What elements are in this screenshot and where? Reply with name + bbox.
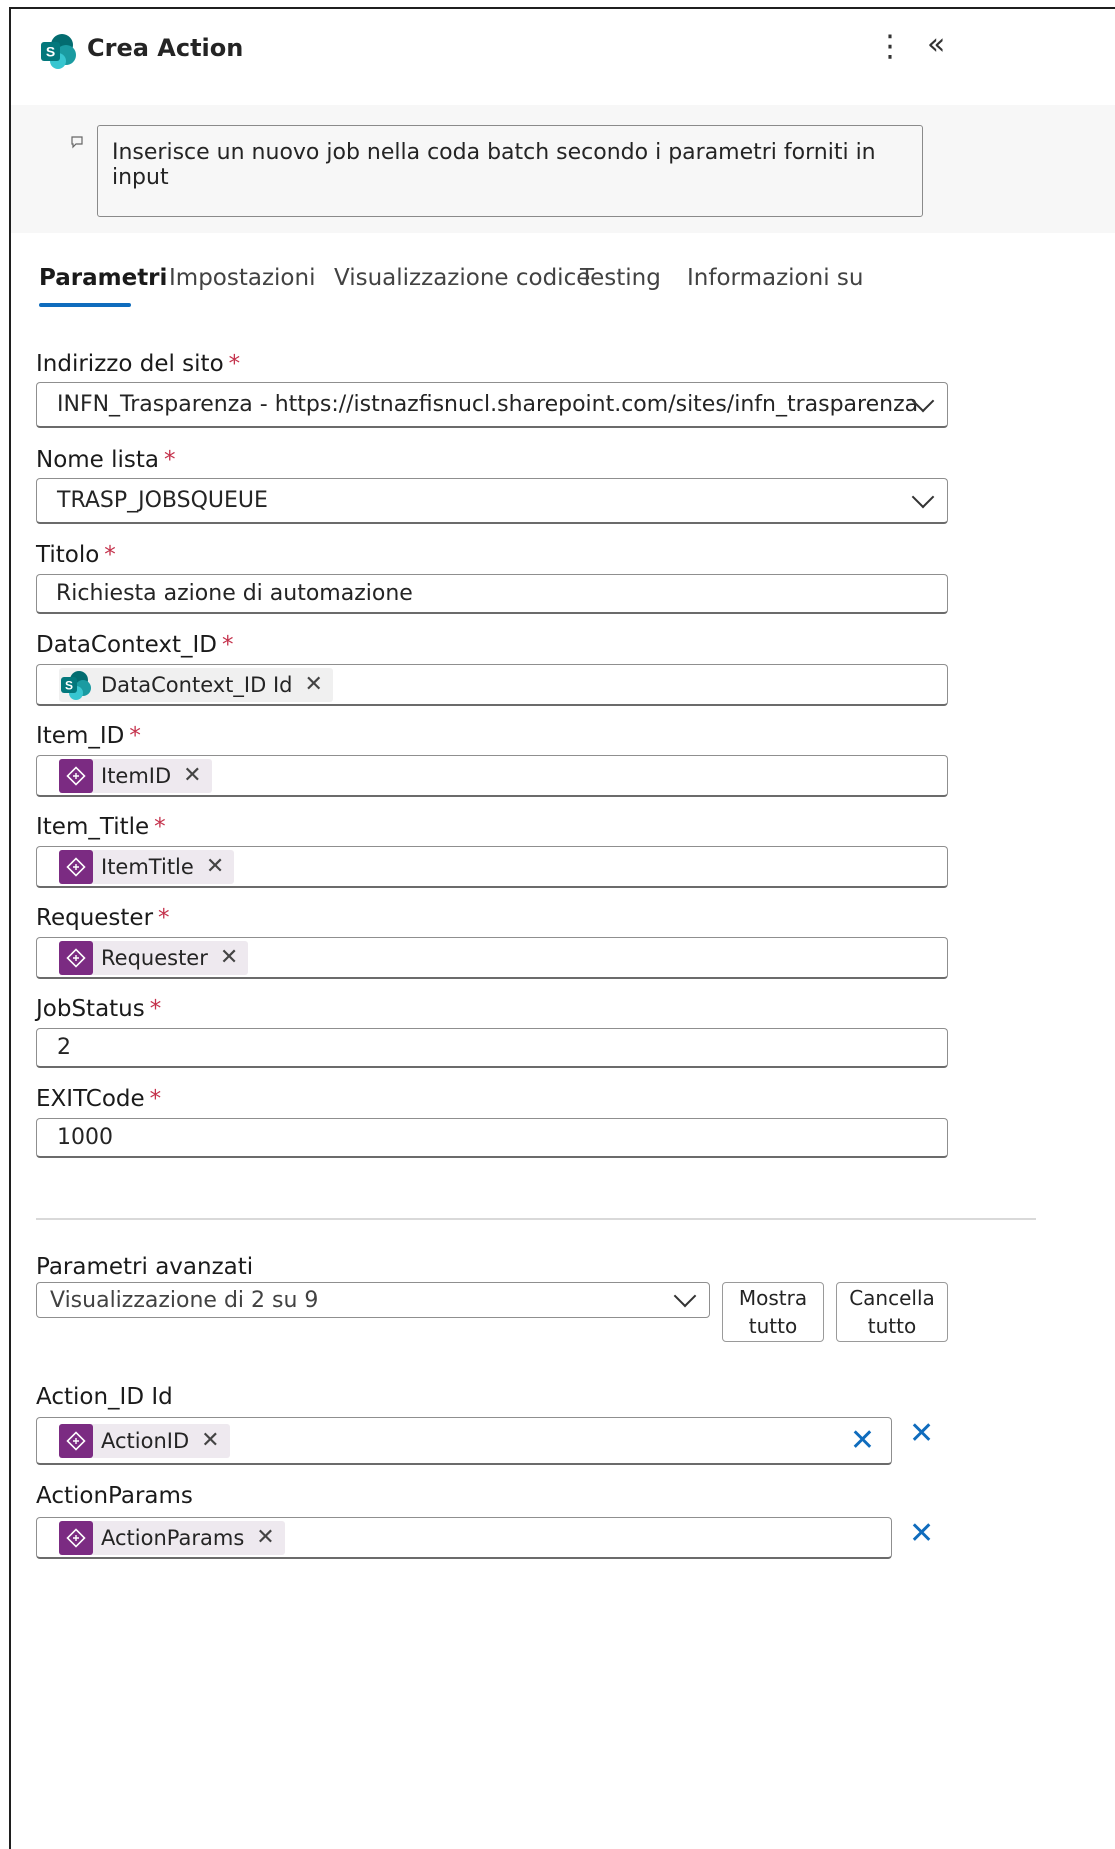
tab-impostazioni[interactable]: Impostazioni	[169, 265, 315, 291]
remove-token-icon[interactable]: ✕	[304, 672, 322, 697]
jobstatus-label: JobStatus *	[36, 996, 162, 1022]
site-address-label: Indirizzo del sito *	[36, 351, 241, 377]
advanced-params-dropdown[interactable]: Visualizzazione di 2 su 9	[36, 1282, 710, 1318]
powerapps-icon	[59, 1423, 93, 1458]
action-id-label: Action_ID Id	[36, 1384, 173, 1410]
titolo-input[interactable]: Richiesta azione di automazione	[36, 574, 948, 614]
datacontext-id-token: S DataContext_ID Id ✕	[59, 667, 333, 702]
remove-token-icon[interactable]: ✕	[256, 1525, 274, 1550]
item-title-input[interactable]: ItemTitle ✕	[36, 846, 948, 888]
powerapps-icon	[59, 758, 93, 793]
exitcode-input[interactable]: 1000	[36, 1118, 948, 1158]
comment-icon	[71, 136, 83, 149]
site-address-value: INFN_Trasparenza - https://istnazfisnucl…	[57, 392, 919, 417]
description-textarea[interactable]: Inserisce un nuovo job nella coda batch …	[97, 125, 923, 217]
clear-value-icon[interactable]: ✕	[850, 1426, 875, 1456]
requester-token: Requester ✕	[59, 940, 249, 975]
jobstatus-value: 2	[57, 1035, 71, 1060]
remove-parameter-icon[interactable]: ✕	[909, 1419, 934, 1449]
remove-parameter-icon[interactable]: ✕	[909, 1519, 934, 1549]
more-vertical-icon[interactable]: ⋮	[875, 29, 905, 64]
action-title: Crea Action	[87, 34, 244, 62]
advanced-params-label: Parametri avanzati	[36, 1254, 254, 1280]
item-id-token-label: ItemID	[101, 763, 172, 788]
sharepoint-icon: S	[61, 670, 91, 700]
list-name-dropdown[interactable]: TRASP_JOBSQUEUE	[36, 478, 948, 524]
item-id-label: Item_ID *	[36, 723, 141, 749]
chevron-down-icon	[911, 485, 935, 508]
powerapps-icon	[59, 940, 93, 975]
exitcode-label: EXITCode *	[36, 1086, 162, 1112]
site-address-dropdown[interactable]: INFN_Trasparenza - https://istnazfisnucl…	[36, 382, 948, 428]
advanced-params-value: Visualizzazione di 2 su 9	[50, 1287, 319, 1313]
exitcode-value: 1000	[57, 1125, 113, 1150]
powerapps-icon	[59, 1520, 93, 1555]
section-divider	[36, 1218, 1036, 1220]
datacontext-id-label: DataContext_ID *	[36, 632, 234, 658]
action-params-token: ActionParams ✕	[59, 1520, 285, 1555]
action-params-input[interactable]: ActionParams ✕	[36, 1517, 892, 1559]
clear-all-button[interactable]: Cancella tutto	[836, 1282, 948, 1342]
requester-label: Requester *	[36, 905, 170, 931]
sharepoint-icon: S	[41, 34, 76, 69]
collapse-chevrons-icon[interactable]: «	[927, 27, 945, 62]
list-name-label: Nome lista *	[36, 447, 176, 473]
requester-token-label: Requester	[101, 945, 208, 970]
titolo-label: Titolo *	[36, 542, 116, 568]
item-title-token-label: ItemTitle	[101, 854, 194, 879]
action-params-label: ActionParams	[36, 1483, 193, 1509]
action-id-token: ActionID ✕	[59, 1423, 230, 1458]
show-all-button[interactable]: Mostra tutto	[722, 1282, 824, 1342]
item-title-label: Item_Title *	[36, 814, 166, 840]
svg-text:S: S	[46, 44, 55, 60]
remove-token-icon[interactable]: ✕	[183, 763, 201, 788]
chevron-down-icon	[673, 1284, 697, 1308]
datacontext-id-input[interactable]: S DataContext_ID Id ✕	[36, 664, 948, 706]
tab-informazioni-su[interactable]: Informazioni su	[687, 265, 863, 291]
datacontext-id-token-label: DataContext_ID Id	[101, 672, 293, 697]
action-panel: S Crea Action ⋮ « Inserisce un nuovo job…	[9, 7, 1115, 1849]
item-title-token: ItemTitle ✕	[59, 849, 235, 884]
tab-visualizzazione-codice[interactable]: Visualizzazione codice	[334, 265, 590, 291]
active-tab-indicator	[39, 303, 131, 307]
action-params-token-label: ActionParams	[101, 1525, 245, 1550]
action-id-token-label: ActionID	[101, 1428, 190, 1453]
titolo-value: Richiesta azione di automazione	[56, 581, 413, 606]
remove-token-icon[interactable]: ✕	[206, 854, 224, 879]
action-id-input[interactable]: ActionID ✕ ✕	[36, 1417, 892, 1465]
powerapps-icon	[59, 849, 93, 884]
requester-input[interactable]: Requester ✕	[36, 937, 948, 979]
item-id-input[interactable]: ItemID ✕	[36, 755, 948, 797]
remove-token-icon[interactable]: ✕	[201, 1428, 219, 1453]
tab-parametri[interactable]: Parametri	[39, 265, 167, 291]
tab-testing[interactable]: Testing	[580, 265, 661, 291]
item-id-token: ItemID ✕	[59, 758, 212, 793]
svg-text:S: S	[65, 678, 73, 692]
remove-token-icon[interactable]: ✕	[220, 945, 238, 970]
jobstatus-input[interactable]: 2	[36, 1028, 948, 1068]
list-name-value: TRASP_JOBSQUEUE	[57, 488, 268, 513]
